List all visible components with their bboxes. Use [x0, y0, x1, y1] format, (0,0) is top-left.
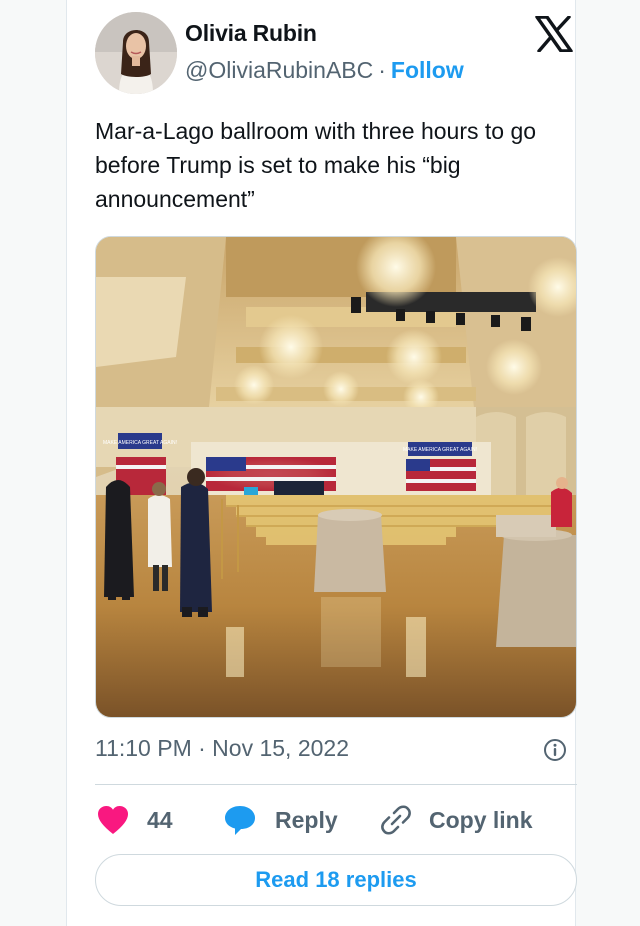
tweet-photo[interactable]: MAKE AMERICA GREAT AGAIN! MAKE AMERICA G…	[95, 236, 577, 718]
avatar-photo	[95, 12, 177, 94]
copy-link-button[interactable]: Copy link	[379, 800, 533, 840]
read-replies-button[interactable]: Read 18 replies	[95, 854, 577, 906]
banner-right-text: MAKE AMERICA GREAT AGAIN!	[403, 447, 477, 453]
link-icon	[381, 805, 411, 835]
x-logo-icon[interactable]	[535, 16, 573, 52]
tweet-text: Mar-a-Lago ballroom with three hours to …	[95, 118, 537, 212]
author-handle-row: @OliviaRubinABC · Follow	[185, 57, 464, 84]
banner-left-text: MAKE AMERICA GREAT AGAIN!	[103, 440, 177, 446]
like-button[interactable]: 44	[97, 800, 173, 840]
divider	[95, 784, 577, 785]
reply-button[interactable]: Reply	[223, 800, 338, 840]
info-icon[interactable]	[543, 738, 567, 762]
avatar[interactable]	[95, 12, 177, 94]
speech-bubble-icon	[225, 806, 255, 835]
heart-icon	[98, 806, 128, 834]
tweet-card: Olivia Rubin @OliviaRubinABC · Follow Mar-…	[66, 0, 577, 926]
author-handle[interactable]: @OliviaRubinABC	[185, 57, 373, 83]
copy-link-label: Copy link	[429, 806, 533, 833]
like-count: 44	[147, 806, 173, 833]
author-name[interactable]: Olivia Rubin	[185, 20, 317, 47]
follow-button[interactable]: Follow	[391, 57, 464, 83]
tweet-timestamp[interactable]: 11:10 PM · Nov 15, 2022	[95, 735, 349, 762]
ballroom-image: MAKE AMERICA GREAT AGAIN! MAKE AMERICA G…	[96, 237, 576, 717]
separator: ·	[378, 57, 386, 83]
reply-label: Reply	[275, 806, 338, 833]
